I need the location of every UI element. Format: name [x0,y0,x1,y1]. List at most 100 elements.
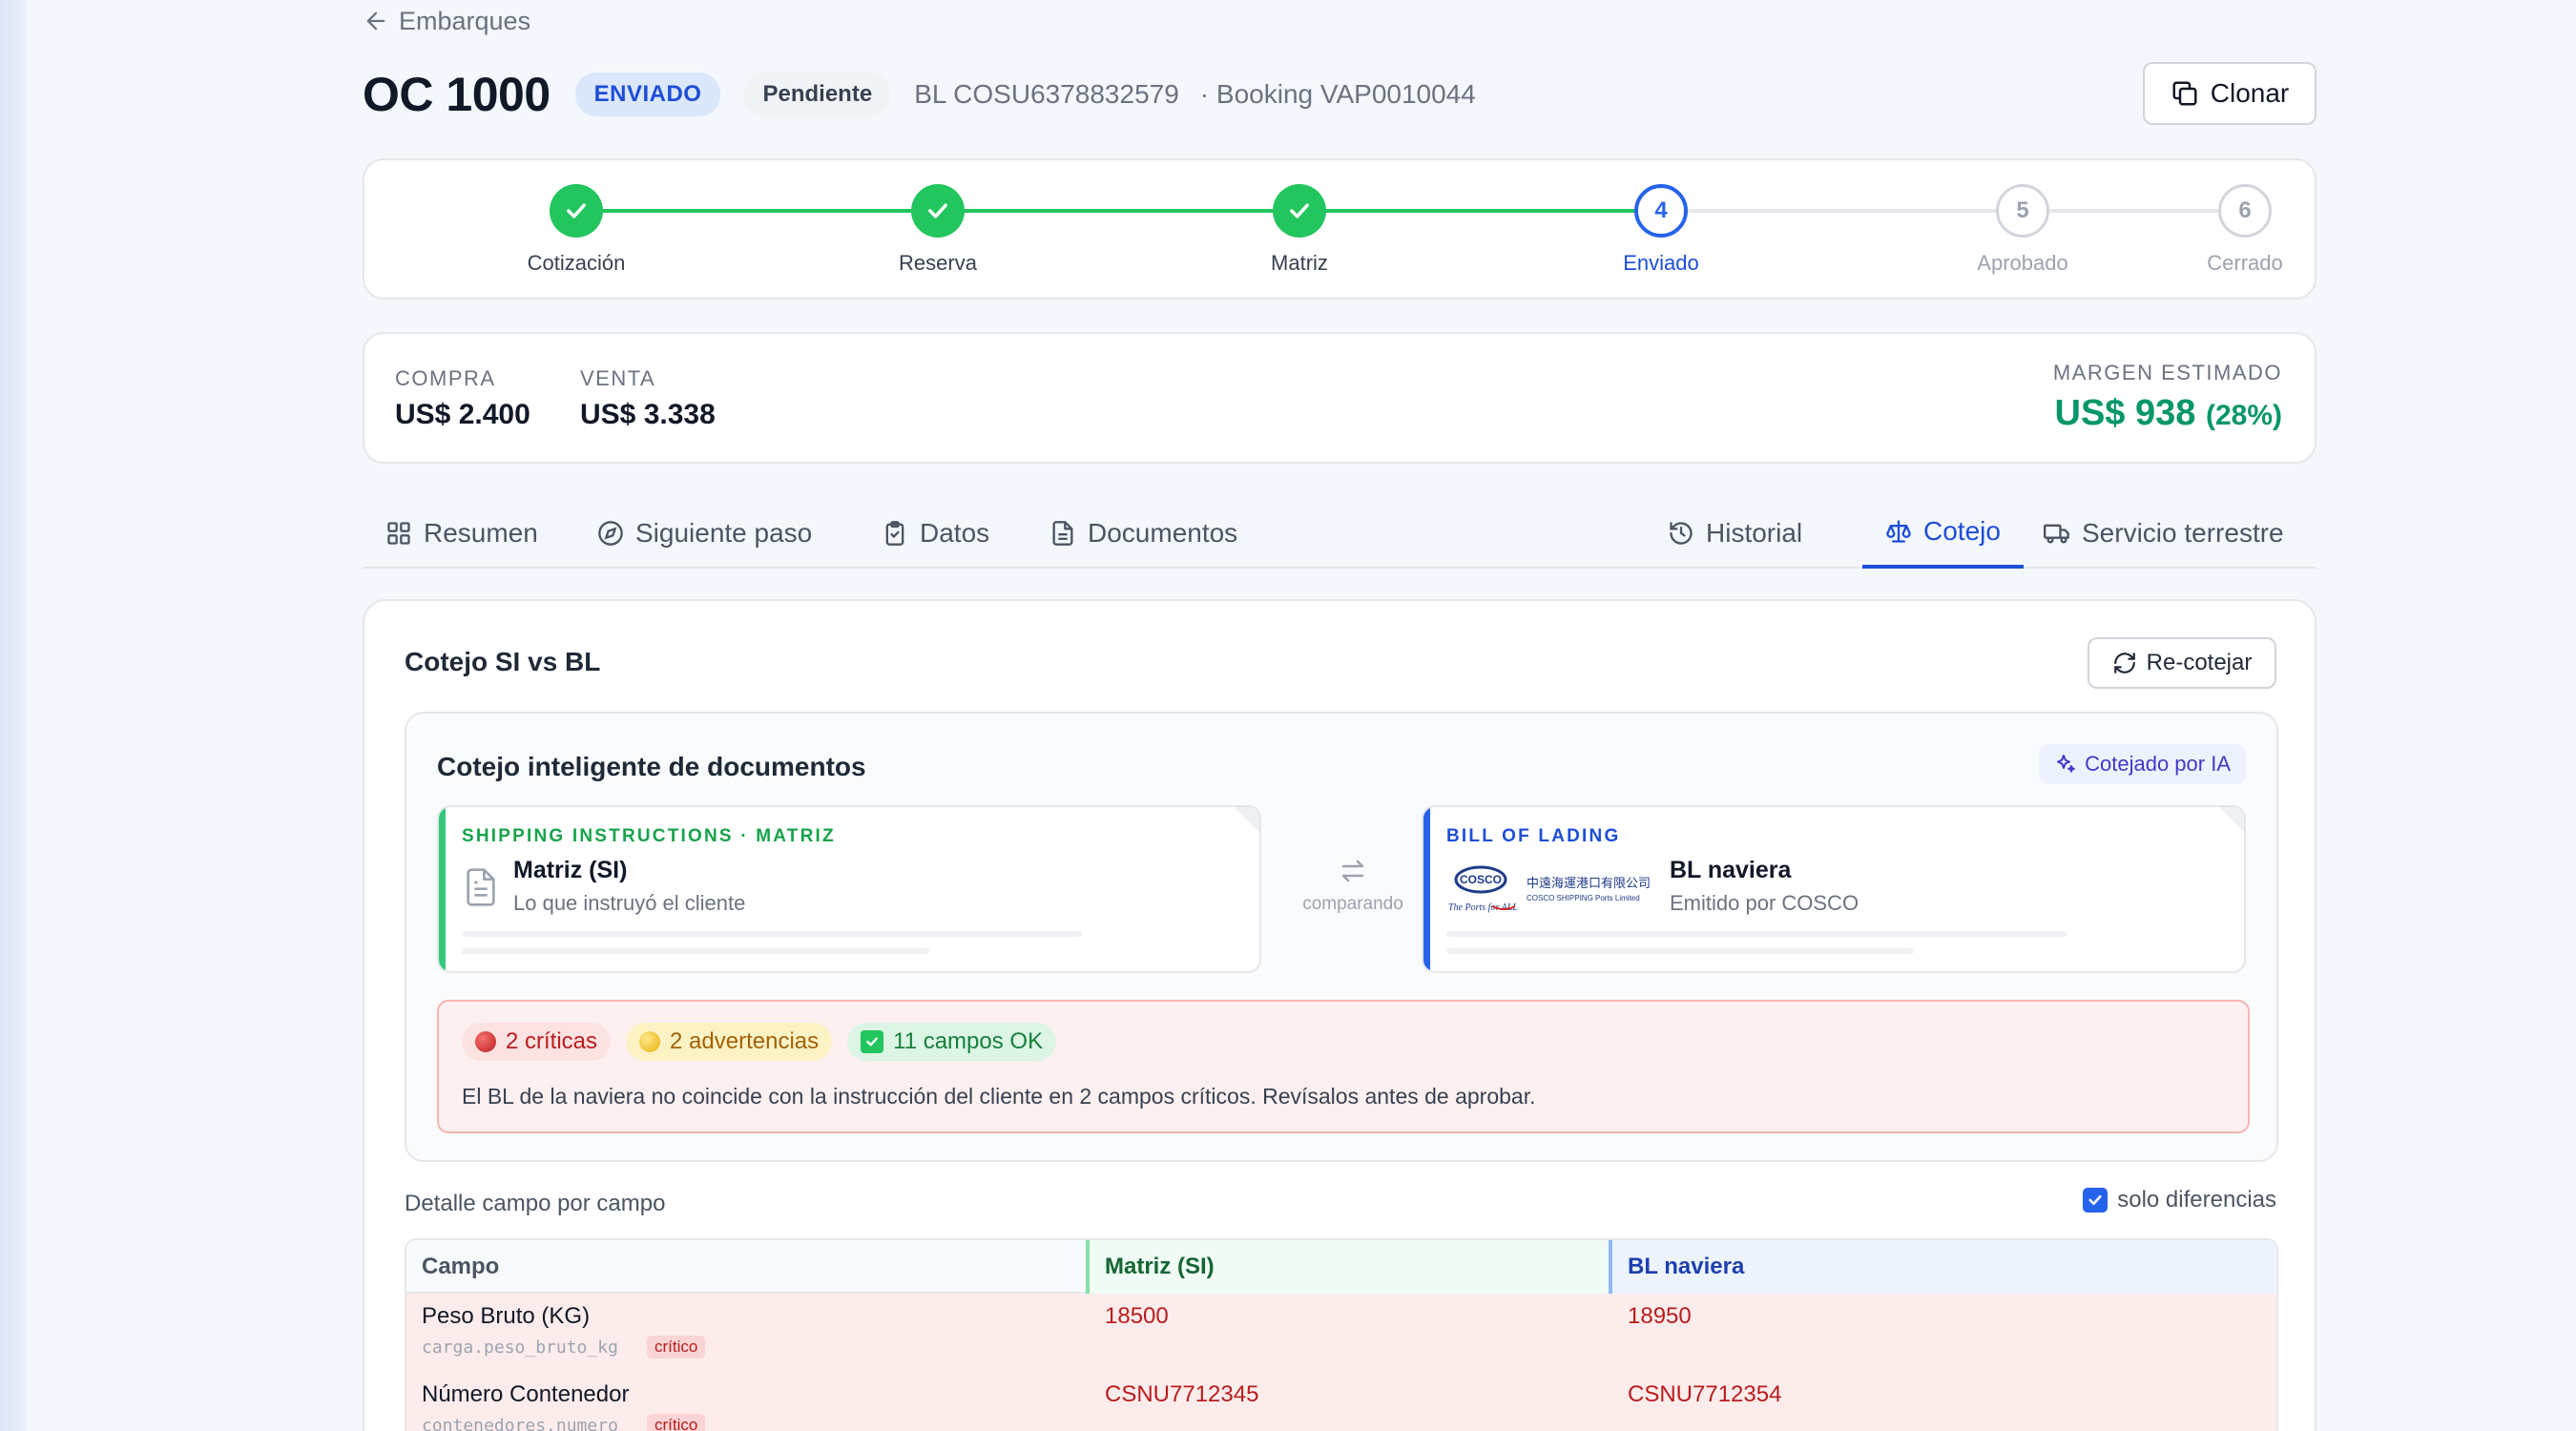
summary-chips: 2 críticas 2 advertencias 11 campos OK [462,1023,1057,1061]
checkbox-checked-icon[interactable] [2083,1188,2109,1213]
field-name: Peso Bruto (KG) [422,1303,591,1329]
logo-cn: 中遠海運港口有限公司 [1527,877,1651,891]
si-value: 18500 [1105,1303,1169,1329]
tab-bar: Resumen Siguiente paso Datos Documentos … [363,498,2316,569]
tab-label: Documentos [1088,518,1238,548]
ok-count: 11 campos OK [893,1028,1044,1054]
bl-value: CSNU7712354 [1628,1381,1782,1407]
bl-doc-subtitle: Emitido por COSCO [1670,891,1859,915]
step-check-icon [550,184,603,238]
only-differences-toggle[interactable]: solo diferencias [2083,1187,2276,1213]
step-cerrado[interactable]: 6 Cerrado [2150,184,2340,276]
detail-label: Detalle campo por campo [405,1191,666,1216]
step-number: 6 [2218,184,2272,238]
clone-button[interactable]: Clonar [2143,62,2316,125]
step-label: Cotización [527,251,626,275]
tab-resumen[interactable]: Resumen [363,498,561,569]
step-number: 4 [1634,184,1688,238]
bl-accent-bar [1423,807,1430,971]
margin-percent: (28%) [2205,400,2282,431]
purchase-block: COMPRA US$ 2.400 [395,366,530,431]
left-rail [0,0,27,1431]
clipboard-icon [885,521,904,546]
tab-label: Cotejo [1923,516,2001,546]
sale-block: VENTA US$ 3.338 [580,366,716,431]
header-si: Matriz (SI) [1086,1240,1609,1294]
table-row[interactable]: Peso Bruto (KG) carga.peso_bruto_kg crít… [406,1294,2276,1372]
status-badge: ENVIADO [574,73,721,116]
si-kicker: SHIPPING INSTRUCTIONS · MATRIZ [462,826,836,846]
tab-historial[interactable]: Historial [1645,498,1825,569]
bl-document-card[interactable]: BILL OF LADING COSCO The Ports for ALL 中… [1422,805,2246,973]
only-differences-label: solo diferencias [2117,1187,2276,1213]
step-cotizacion[interactable]: Cotización [481,184,672,276]
history-icon [1670,522,1693,545]
tab-servicio-terrestre[interactable]: Servicio terrestre [2021,498,2307,569]
red-circle-icon [475,1031,496,1052]
tab-datos[interactable]: Datos [859,498,1012,569]
tab-cotejo[interactable]: Cotejo [1862,498,2024,569]
step-check-icon [911,184,965,238]
clone-button-label: Clonar [2210,78,2290,108]
arrow-left-icon [366,11,385,31]
cotejo-panel: Cotejo SI vs BL Re-cotejar Cotejo inteli… [363,599,2316,1431]
warning-count: 2 advertencias [670,1028,820,1054]
refresh-icon [2113,653,2135,674]
step-aprobado[interactable]: 5 Aprobado [1927,184,2118,276]
si-doc-subtitle: Lo que instruyó el cliente [513,891,746,915]
si-document-card[interactable]: SHIPPING INSTRUCTIONS · MATRIZ Matriz (S… [437,805,1261,973]
si-accent-bar [439,807,446,971]
margin-block: MARGEN ESTIMADO US$ 938 (28%) [2053,361,2282,434]
re-cotejar-label: Re-cotejar [2146,650,2253,675]
sale-value: US$ 3.338 [580,399,716,430]
step-enviado[interactable]: 4 Enviado [1566,184,1756,276]
bl-kicker: BILL OF LADING [1446,826,1621,846]
critical-tag: crítico [647,1414,706,1431]
bl-doc-name: BL naviera [1670,857,1792,883]
back-link-label: Embarques [399,6,531,35]
skeleton-line [1446,931,2067,937]
table-header: Campo Matriz (SI) BL naviera [406,1240,2276,1294]
critical-count: 2 críticas [506,1028,598,1054]
copy-icon [2172,81,2197,106]
skeleton-line [1446,948,1914,954]
ok-chip: 11 campos OK [847,1023,1057,1061]
step-label: Matriz [1271,251,1328,275]
tab-label: Servicio terrestre [2082,518,2284,548]
critical-tag: crítico [647,1336,706,1358]
check-box-icon [861,1030,884,1053]
skeleton-line [462,931,1082,937]
field-path: contenedores.numero [422,1416,618,1431]
tab-siguiente-paso[interactable]: Siguiente paso [574,498,835,569]
sale-label: VENTA [580,366,656,390]
tab-documentos[interactable]: Documentos [1027,498,1260,569]
step-reserva[interactable]: Reserva [842,184,1033,276]
comparison-table: Campo Matriz (SI) BL naviera Peso Bruto … [405,1238,2278,1431]
alert-message: El BL de la naviera no coincide con la i… [462,1084,1536,1109]
step-number: 5 [1996,184,2049,238]
page-fold [2219,807,2244,832]
re-cotejar-button[interactable]: Re-cotejar [2088,637,2276,689]
table-row[interactable]: Número Contenedor contenedores.numero cr… [406,1372,2276,1431]
mismatch-alert: 2 críticas 2 advertencias 11 campos OK E… [437,1000,2250,1133]
tab-label: Datos [920,518,990,548]
cotejo-title: Cotejo SI vs BL [405,647,601,676]
step-check-icon [1273,184,1326,238]
step-matriz[interactable]: Matriz [1204,184,1395,276]
header-bl: BL naviera [1609,1240,2276,1294]
step-label: Cerrado [2207,251,2283,275]
financials-card: COMPRA US$ 2.400 VENTA US$ 3.338 MARGEN … [363,332,2316,464]
step-label: Aprobado [1977,251,2068,275]
field-name: Número Contenedor [422,1381,630,1407]
smart-comparison-card: Cotejo inteligente de documentos Cotejad… [405,712,2278,1162]
step-label: Enviado [1623,251,1699,275]
purchase-label: COMPRA [395,366,496,390]
margin-value: US$ 938 [2054,393,2196,433]
booking-number: · Booking VAP0010044 [1199,79,1476,109]
margin-value-row: US$ 938 (28%) [2053,393,2282,434]
back-link[interactable]: Embarques [363,4,530,38]
yellow-circle-icon [639,1031,661,1052]
margin-label: MARGEN ESTIMADO [2052,361,2282,384]
scale-icon [1886,520,1911,543]
state-badge: Pendiente [743,73,892,116]
